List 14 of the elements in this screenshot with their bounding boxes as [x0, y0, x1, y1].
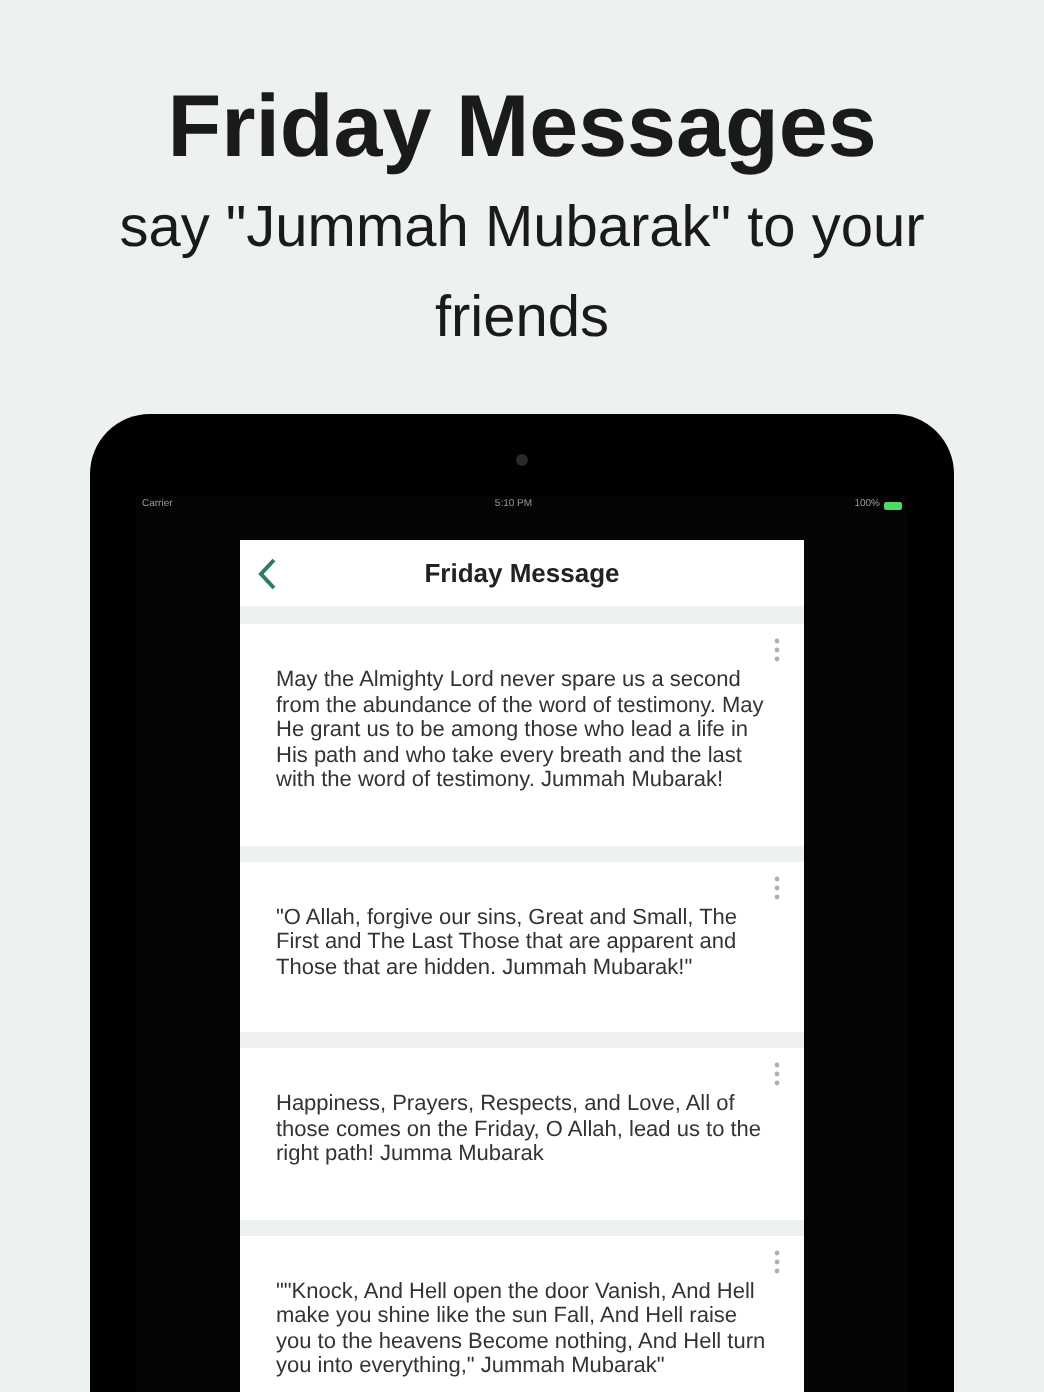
camera-icon — [516, 454, 528, 466]
promo-title: Friday Messages — [167, 76, 877, 180]
nav-title: Friday Message — [424, 555, 620, 592]
back-icon — [257, 558, 275, 590]
battery-icon — [883, 501, 902, 509]
message-text: ""Knock, And Hell open the door Vanish, And Hell make you shine like the sun Fall, And Hell raise you to the heavens Become nothing, And Hell turn you into everything," Jummah Mubarak" — [276, 1279, 768, 1379]
message-text: May the Almighty Lord never spare us a second from the abundance of the word of testimony. May He grant us to be among those who lead a life in His path and who take every breath and the last with the word of testimony. Jummah Mubarak! — [276, 668, 766, 793]
more-icon — [773, 875, 779, 899]
message-text: Happiness, Prayers, Respects, and Love, All of those comes on the Friday, O Allah, lead us to the right path! Jumma Mubarak — [276, 1092, 764, 1167]
more-icon — [773, 638, 779, 662]
promo-subtitle: say "Jummah Mubarak" to your friends — [117, 194, 927, 354]
more-icon — [773, 1062, 779, 1086]
more-icon — [773, 1249, 779, 1273]
message-text: "O Allah, forgive our sins, Great and Small, The First and The Last Those that are apparent and Those that are hidden. Jummah Mubarak!" — [276, 905, 740, 980]
